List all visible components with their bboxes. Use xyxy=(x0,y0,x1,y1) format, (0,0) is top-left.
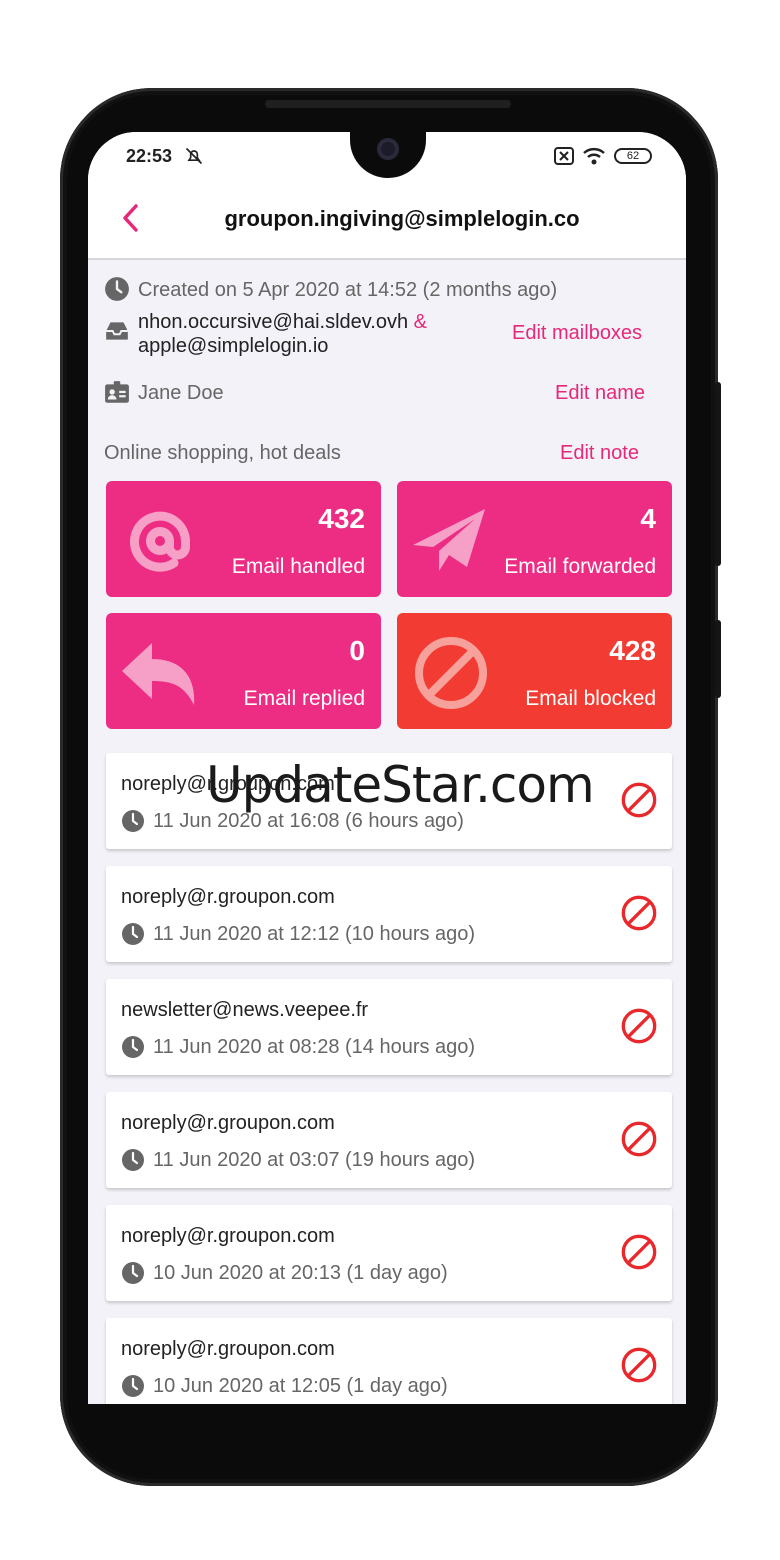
clock-icon xyxy=(105,277,129,301)
activity-timestamp: 11 Jun 2020 at 03:07 (19 hours ago) xyxy=(153,1148,476,1171)
app-bar: groupon.ingiving@simplelogin.co xyxy=(88,178,686,260)
earpiece-speaker xyxy=(265,100,511,108)
activity-item[interactable]: noreply@r.groupon.com 10 Jun 2020 at 12:0… xyxy=(106,1318,672,1404)
wifi-icon xyxy=(583,148,605,165)
block-icon[interactable] xyxy=(620,1007,658,1045)
stat-count: 432 xyxy=(318,503,365,534)
back-arrow-icon[interactable] xyxy=(116,202,148,234)
block-icon xyxy=(415,637,487,709)
activity-item[interactable]: newsletter@news.veepee.fr 11 Jun 2020 at … xyxy=(106,979,672,1075)
note-row: Online shopping, hot deals xyxy=(104,442,341,465)
stat-count: 4 xyxy=(640,503,656,534)
stat-email-blocked: 428 Email blocked xyxy=(397,613,672,729)
sender-email: newsletter@news.veepee.fr xyxy=(121,999,369,1021)
sender-email: noreply@r.groupon.com xyxy=(121,1225,335,1247)
alias-title: groupon.ingiving@simplelogin.co xyxy=(224,206,580,231)
edit-name-link[interactable]: Edit name xyxy=(555,382,645,405)
phone-side-button xyxy=(715,620,721,698)
activity-time: 11 Jun 2020 at 08:28 (14 hours ago) xyxy=(121,1035,475,1059)
activity-timestamp: 10 Jun 2020 at 12:05 (1 day ago) xyxy=(153,1374,448,1397)
activity-item[interactable]: noreply@r.groupon.com 11 Jun 2020 at 12:1… xyxy=(106,866,672,962)
bell-off-icon xyxy=(185,147,203,165)
stat-label: Email handled xyxy=(231,555,365,578)
stat-email-replied: 0 Email replied xyxy=(106,613,381,729)
sender-email: noreply@r.groupon.com xyxy=(121,886,335,908)
mailbox-email: apple@simplelogin.io xyxy=(138,335,329,357)
mailbox-email: nhon.occursive@hai.sldev.ovh xyxy=(138,311,409,333)
clock-icon xyxy=(122,1262,144,1284)
sender-email: noreply@r.groupon.com xyxy=(121,1338,335,1360)
block-icon[interactable] xyxy=(620,781,658,819)
block-icon[interactable] xyxy=(620,1233,658,1271)
stat-email-handled: 432 Email handled xyxy=(106,481,381,597)
status-time: 22:53 xyxy=(126,146,173,166)
no-sim-icon xyxy=(554,147,574,165)
stat-email-forwarded: 4 Email forwarded xyxy=(397,481,672,597)
name-row: Jane Doe xyxy=(104,380,224,406)
stat-count: 428 xyxy=(609,635,656,666)
display-name: Jane Doe xyxy=(138,382,224,404)
created-date: Created on 5 Apr 2020 at 14:52 (2 months… xyxy=(138,279,558,301)
inbox-icon xyxy=(106,322,128,340)
activity-timestamp: 11 Jun 2020 at 12:12 (10 hours ago) xyxy=(153,922,476,945)
phone-side-button xyxy=(715,382,721,566)
activity-item[interactable]: noreply@r.groupon.com 11 Jun 2020 at 03:0… xyxy=(106,1092,672,1188)
reply-icon xyxy=(122,643,195,705)
watermark: UpdateStar.com xyxy=(206,756,595,814)
clock-icon xyxy=(122,1149,144,1171)
edit-mailboxes-link[interactable]: Edit mailboxes xyxy=(512,322,642,345)
activity-time: 11 Jun 2020 at 03:07 (19 hours ago) xyxy=(121,1148,475,1172)
mailbox-separator: & xyxy=(413,311,427,333)
paper-plane-icon xyxy=(413,509,485,571)
activity-timestamp: 11 Jun 2020 at 08:28 (14 hours ago) xyxy=(153,1035,476,1058)
sender-email: noreply@r.groupon.com xyxy=(121,1112,335,1134)
clock-icon xyxy=(122,1375,144,1397)
activity-item[interactable]: noreply@r.groupon.com 10 Jun 2020 at 20:1… xyxy=(106,1205,672,1301)
clock-icon xyxy=(122,810,144,832)
stat-count: 0 xyxy=(349,635,365,666)
activity-timestamp: 10 Jun 2020 at 20:13 (1 day ago) xyxy=(153,1261,448,1284)
battery-level: 62 xyxy=(626,150,640,162)
clock-icon xyxy=(122,923,144,945)
contact-card-icon xyxy=(105,381,129,403)
block-icon[interactable] xyxy=(620,1346,658,1384)
block-icon[interactable] xyxy=(620,1120,658,1158)
stat-label: Email blocked xyxy=(525,687,656,710)
created-row: Created on 5 Apr 2020 at 14:52 (2 months… xyxy=(104,276,557,304)
block-icon[interactable] xyxy=(620,894,658,932)
stat-label: Email replied xyxy=(243,687,365,710)
alias-note: Online shopping, hot deals xyxy=(104,442,341,464)
stat-label: Email forwarded xyxy=(504,555,656,578)
camera-notch xyxy=(350,132,426,178)
activity-time: 10 Jun 2020 at 20:13 (1 day ago) xyxy=(121,1261,448,1285)
activity-time: 11 Jun 2020 at 12:12 (10 hours ago) xyxy=(121,922,475,946)
at-icon xyxy=(130,511,190,572)
edit-note-link[interactable]: Edit note xyxy=(560,442,639,465)
mailboxes-row: nhon.occursive@hai.sldev.ovh & apple@sim… xyxy=(104,310,427,358)
battery-icon: 62 xyxy=(614,148,652,164)
front-camera xyxy=(377,138,399,160)
activity-time: 10 Jun 2020 at 12:05 (1 day ago) xyxy=(121,1374,448,1398)
clock-icon xyxy=(122,1036,144,1058)
status-bar: 22:53 62 xyxy=(88,132,686,178)
